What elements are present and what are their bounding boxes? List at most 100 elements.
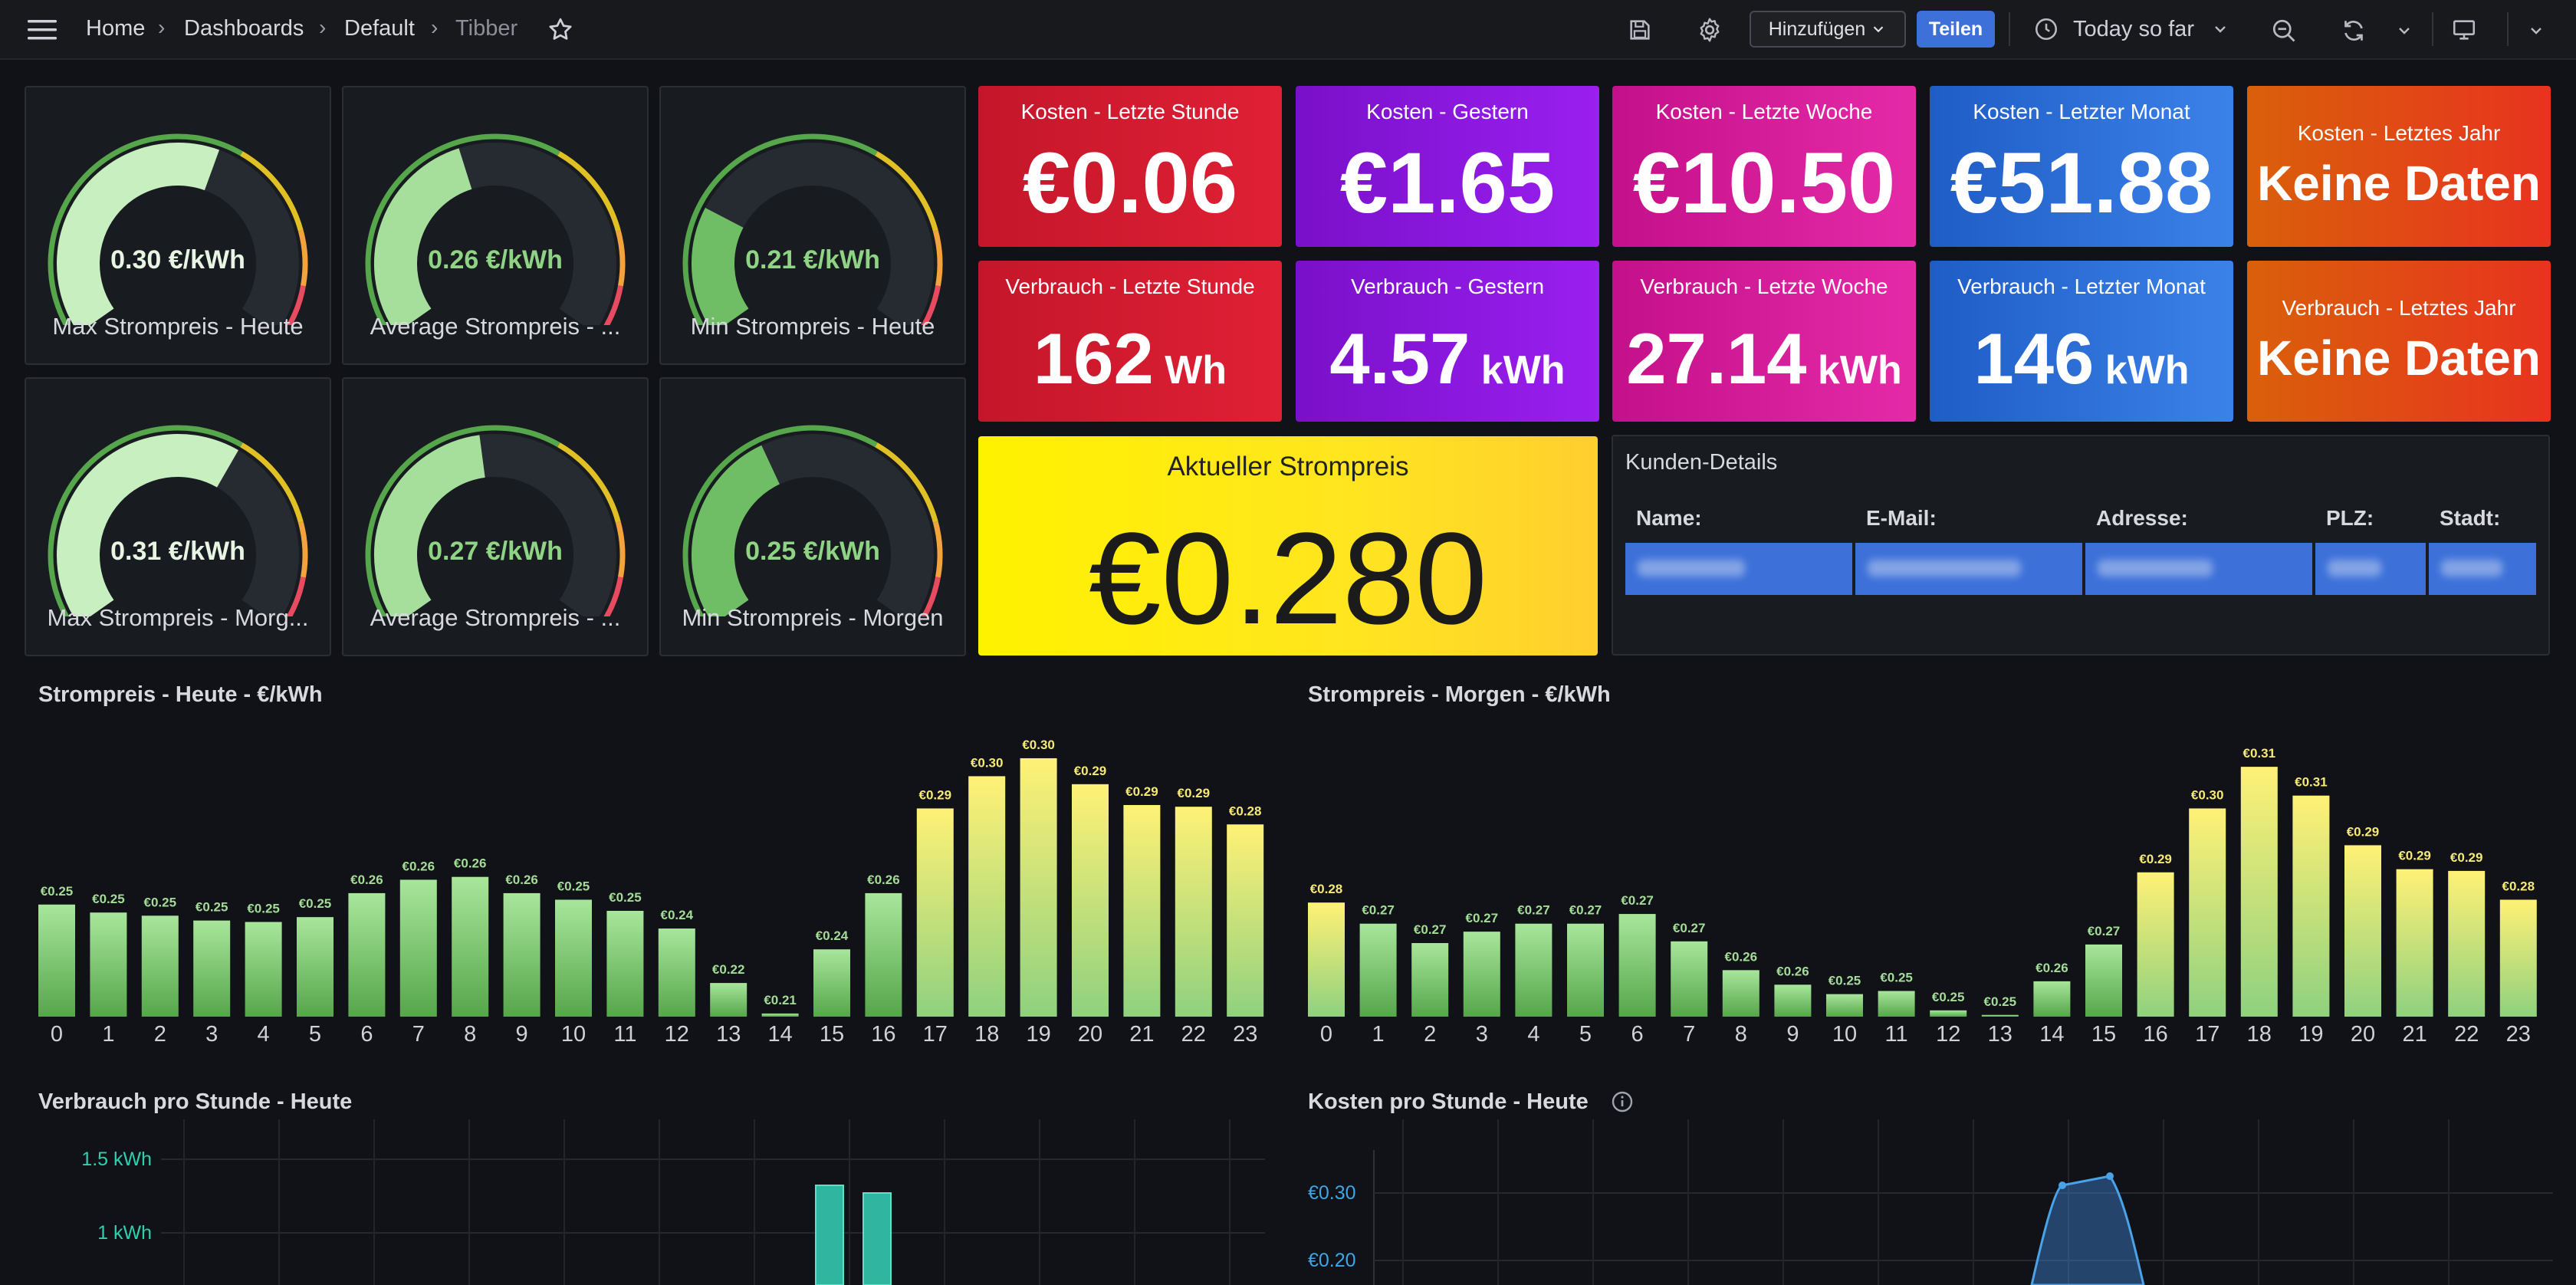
chart-bar[interactable] (761, 1013, 799, 1017)
chart-bar[interactable] (1227, 824, 1264, 1017)
data-label: €0.25 (1984, 994, 2017, 1009)
chart-bar[interactable] (1774, 984, 1812, 1017)
chart-bar[interactable] (815, 1185, 844, 1285)
chart-bar[interactable] (1981, 1014, 2019, 1017)
zoom-out-icon[interactable] (2270, 17, 2298, 44)
data-point[interactable] (2106, 1172, 2114, 1180)
chart-bar[interactable] (863, 1192, 892, 1285)
chart-bar[interactable] (1515, 923, 1552, 1017)
chart-bar[interactable] (1878, 991, 1915, 1017)
chart-bar[interactable] (1930, 1010, 1967, 1017)
chart-bar[interactable] (1411, 943, 1449, 1017)
chart-bar[interactable] (1123, 804, 1161, 1017)
data-label: €0.27 (2088, 924, 2121, 938)
data-label: €0.25 (1829, 974, 1861, 988)
x-tick-label: 20 (1078, 1022, 1102, 1047)
stat-value: €0.06 (1022, 135, 1238, 231)
chart-bar[interactable] (1072, 784, 1109, 1017)
save-icon[interactable] (1627, 17, 1653, 43)
chart-bar[interactable] (2137, 872, 2174, 1017)
gear-icon[interactable] (1696, 16, 1723, 44)
chevron-down-icon[interactable] (2395, 21, 2413, 40)
chart-bar[interactable] (297, 917, 334, 1017)
chart-bar[interactable] (2292, 795, 2330, 1017)
data-label: €0.26 (505, 873, 538, 887)
chart-bar[interactable] (916, 808, 954, 1017)
chart-bar[interactable] (813, 949, 850, 1017)
table-header-cell[interactable]: PLZ: (2326, 506, 2374, 531)
table-cell[interactable] (2315, 543, 2426, 595)
chart-bar[interactable] (710, 983, 748, 1017)
chart-bar[interactable] (2448, 870, 2486, 1017)
table-cell[interactable] (2429, 543, 2536, 595)
chart-bar[interactable] (2344, 845, 2381, 1017)
chart-bar[interactable] (141, 915, 179, 1017)
chart-bar[interactable] (1359, 923, 1397, 1017)
table-cell[interactable] (1625, 543, 1852, 595)
data-label: €0.28 (1310, 882, 1343, 896)
chevron-down-icon[interactable] (2527, 21, 2545, 40)
chart-bar[interactable] (2499, 899, 2537, 1017)
menu-icon[interactable] (28, 18, 58, 41)
chart-bar[interactable] (658, 928, 695, 1017)
table-header-cell[interactable]: Name: (1636, 506, 1702, 531)
chart-bar[interactable] (555, 899, 592, 1017)
chart-bar[interactable] (1722, 970, 1760, 1017)
chart-bar[interactable] (503, 892, 540, 1017)
chart-bar[interactable] (1020, 758, 1057, 1017)
data-label: €0.27 (1673, 921, 1706, 935)
y-tick-label: 1 kWh (97, 1222, 152, 1244)
time-range-picker[interactable]: Today so far (2033, 11, 2248, 48)
gauge-dial: 0.26 €/kWh (365, 133, 626, 325)
chart-bar[interactable] (2240, 767, 2278, 1017)
table-cell[interactable] (1855, 543, 2082, 595)
breadcrumb-folder[interactable]: Default (344, 16, 415, 41)
x-tick-label: 7 (1683, 1022, 1695, 1047)
chart-bar[interactable] (1618, 914, 1656, 1017)
table-header-cell[interactable]: E-Mail: (1866, 506, 1937, 531)
chart-bar[interactable] (968, 776, 1006, 1017)
x-tick-label: 22 (1181, 1022, 1206, 1047)
table-header-cell[interactable]: Stadt: (2440, 506, 2500, 531)
chart-bar[interactable] (90, 912, 127, 1017)
chart-bar[interactable] (452, 876, 489, 1017)
stat-value-row: €51.88 (1930, 133, 2233, 232)
data-point[interactable] (2058, 1181, 2066, 1189)
x-tick-label: 11 (613, 1022, 636, 1047)
x-tick-label: 10 (561, 1022, 586, 1047)
chart-bar[interactable] (865, 892, 902, 1017)
monitor-icon[interactable] (2450, 17, 2478, 43)
chart-bar[interactable] (2033, 981, 2071, 1017)
data-label: €0.24 (816, 928, 849, 943)
chart-bar[interactable] (2085, 944, 2122, 1017)
data-label: €0.25 (247, 901, 280, 915)
chart-bar[interactable] (193, 920, 231, 1017)
chart-bar[interactable] (38, 904, 75, 1017)
info-icon[interactable] (1610, 1089, 1635, 1114)
chart-bar[interactable] (2189, 808, 2226, 1017)
chart-bar[interactable] (606, 910, 644, 1017)
chart-bar[interactable] (1567, 923, 1604, 1017)
table-cell[interactable] (2085, 543, 2312, 595)
redacted-text (2098, 560, 2213, 577)
chart-bar[interactable] (1826, 994, 1863, 1017)
breadcrumb-home[interactable]: Home (86, 16, 145, 41)
star-icon[interactable] (547, 16, 574, 44)
chart-bar[interactable] (1175, 807, 1212, 1017)
share-button[interactable]: Teilen (1917, 11, 1995, 48)
x-tick-label: 9 (516, 1022, 528, 1047)
add-button[interactable]: Hinzufügen (1750, 11, 1906, 48)
chart-bar[interactable] (1463, 932, 1500, 1017)
data-label: €0.29 (1178, 786, 1211, 800)
gauge-panel: 0.27 €/kWh Average Strompreis - ... (342, 377, 649, 656)
breadcrumb-dashboards[interactable]: Dashboards (184, 16, 304, 41)
chart-bar[interactable] (1671, 941, 1708, 1017)
refresh-icon[interactable] (2340, 17, 2367, 44)
table-header-cell[interactable]: Adresse: (2096, 506, 2188, 531)
chart-bar[interactable] (348, 892, 386, 1017)
chart-bar[interactable] (399, 879, 437, 1017)
chart-bar[interactable] (1308, 902, 1345, 1017)
data-label: €0.28 (2502, 879, 2535, 893)
chart-bar[interactable] (2396, 869, 2433, 1017)
chart-bar[interactable] (245, 922, 282, 1017)
